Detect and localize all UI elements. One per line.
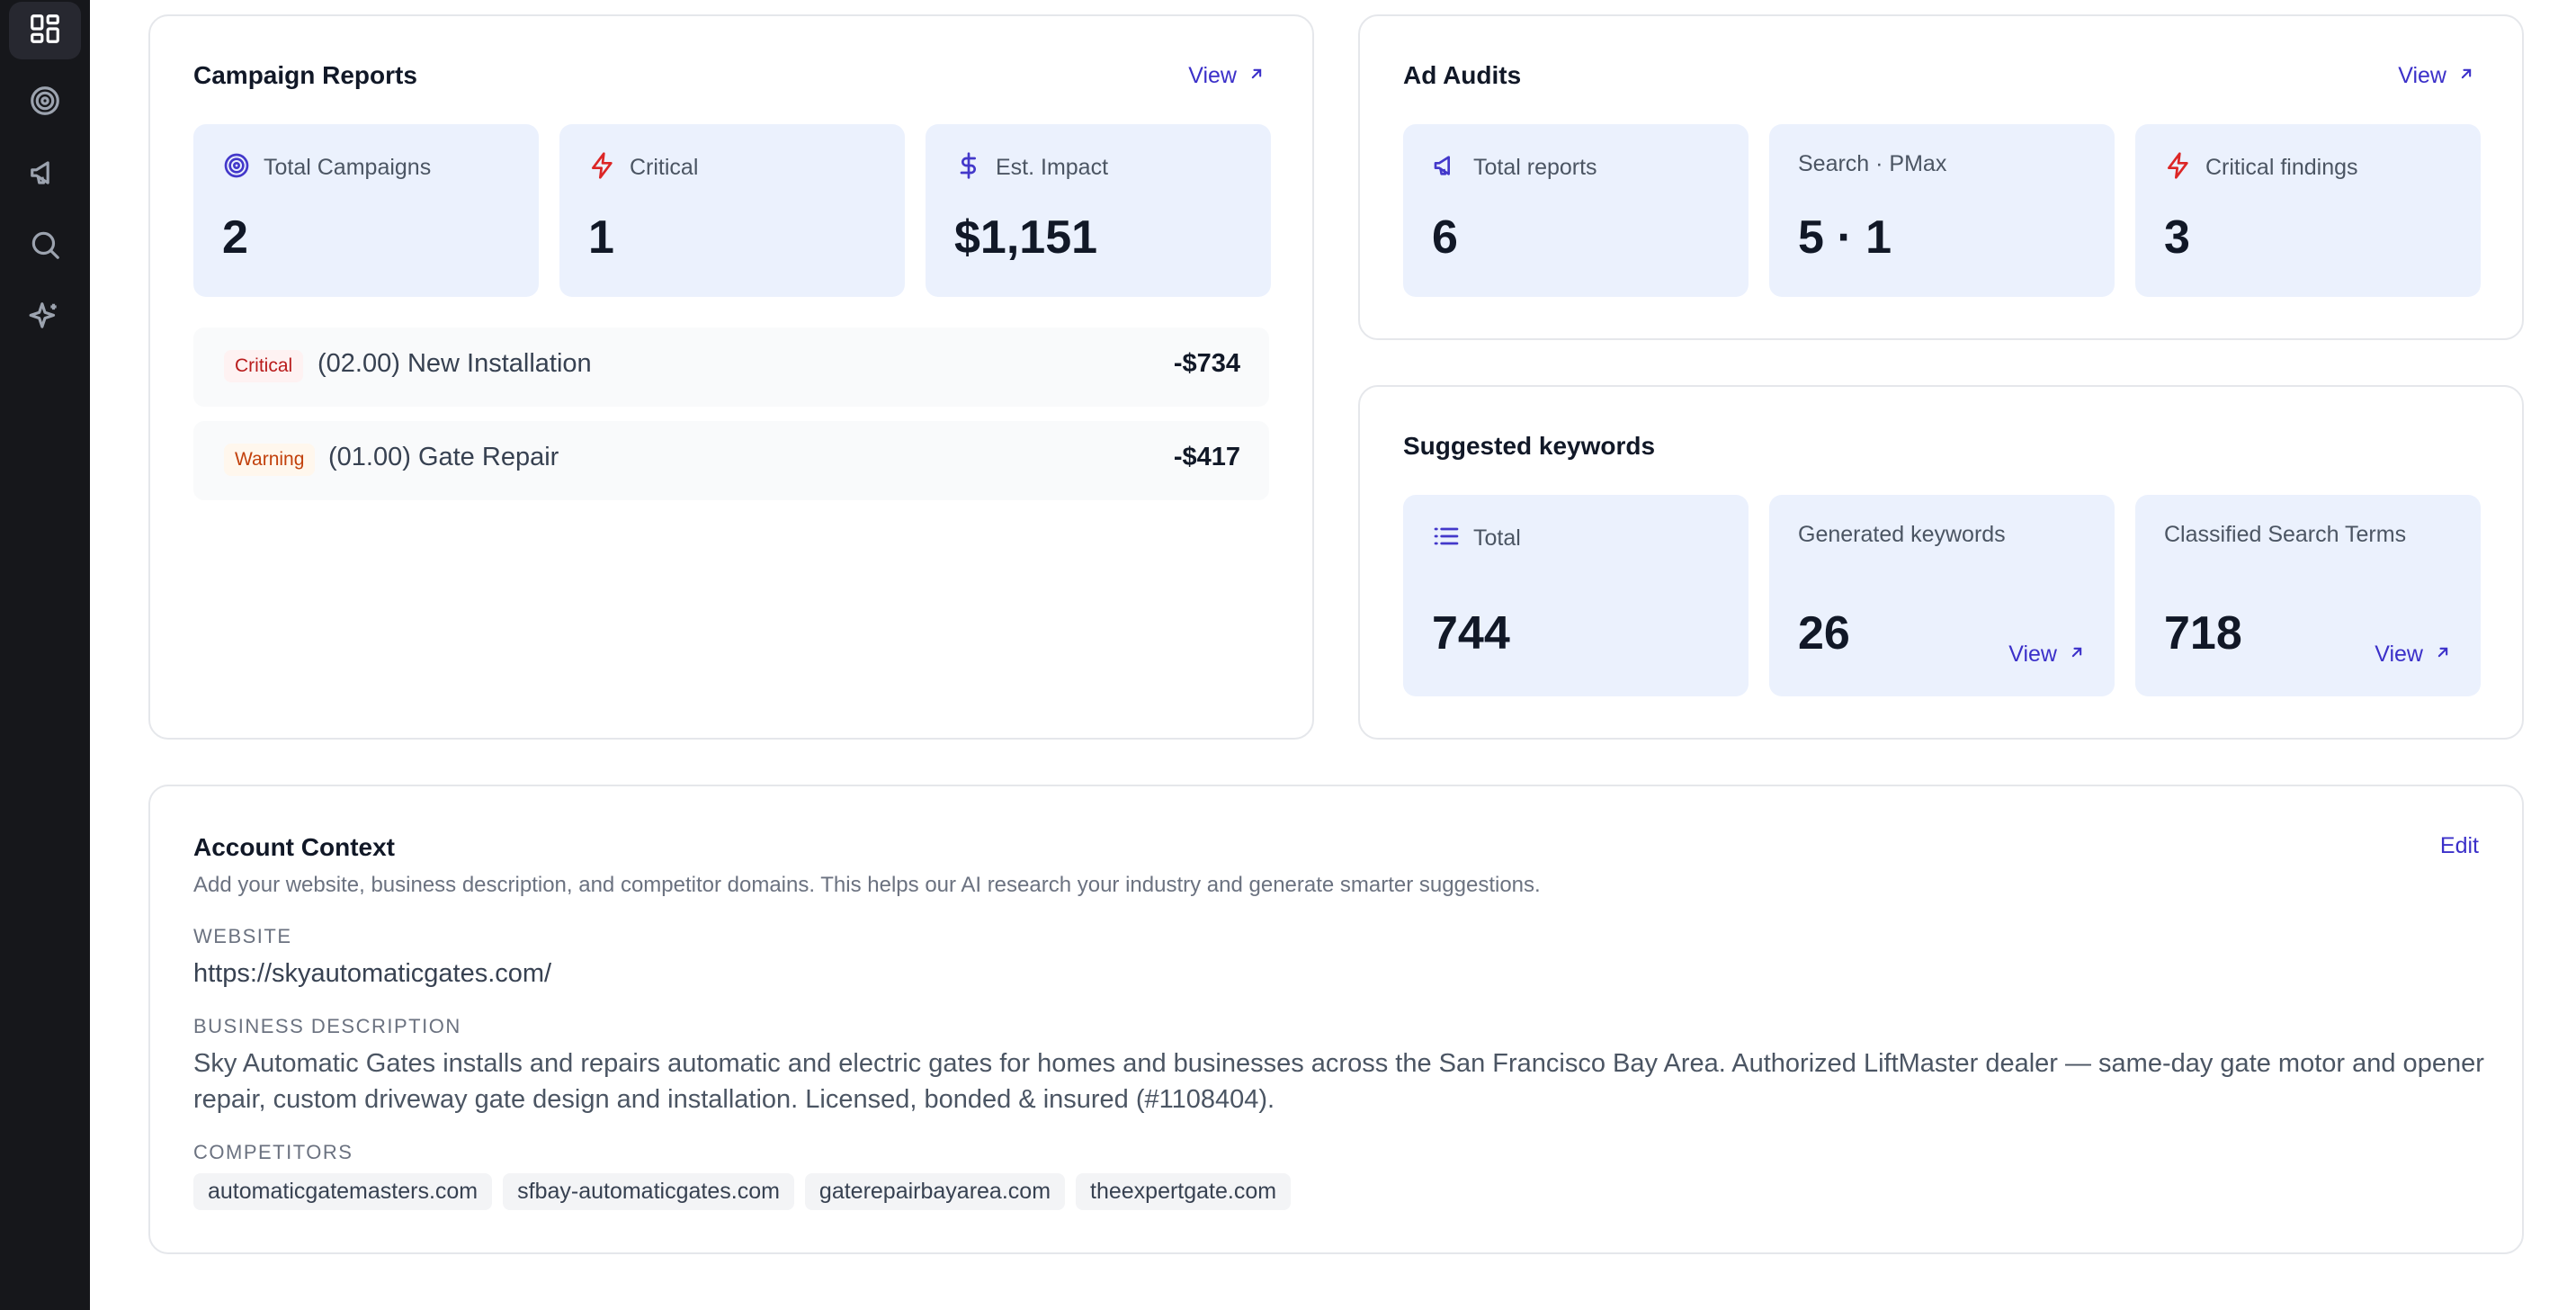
stat-label: Search · PMax: [1798, 151, 1947, 176]
stat-keywords-total: Total 744: [1403, 495, 1749, 696]
stat-est-impact: Est. Impact $1,151: [926, 124, 1271, 297]
stat-label: Est. Impact: [996, 155, 1109, 180]
business-description-label: BUSINESS DESCRIPTION: [193, 1015, 461, 1037]
competitor-chip: gaterepairbayarea.com: [804, 1173, 1066, 1210]
stat-label: Total: [1473, 525, 1521, 551]
stat-critical-findings: Critical findings 3: [2135, 124, 2481, 297]
competitor-chip: automaticgatemasters.com: [193, 1173, 493, 1210]
website-label: WEBSITE: [193, 925, 292, 947]
stat-critical: Critical 1: [559, 124, 905, 297]
search-icon: [28, 228, 62, 266]
campaign-reports-view-link[interactable]: View: [1188, 63, 1266, 89]
ad-audits-view-link[interactable]: View: [2398, 63, 2475, 89]
stat-total-reports: Total reports 6: [1403, 124, 1749, 297]
arrow-up-right-icon: [1248, 63, 1266, 89]
sparkles-icon: [28, 300, 62, 338]
stat-value: 718: [2164, 607, 2242, 659]
stat-value: 1: [588, 211, 614, 264]
stat-label: Generated keywords: [1798, 522, 2006, 547]
stat-value: 6: [1432, 211, 1458, 264]
arrow-up-right-icon: [2457, 63, 2475, 89]
dashboard-grid-icon: [28, 12, 62, 50]
stat-label: Critical findings: [2205, 155, 2358, 180]
campaign-name: (02.00) New Installation: [318, 349, 592, 378]
bolt-icon: [588, 151, 617, 184]
competitor-list: automaticgatemasters.com sfbay-automatic…: [193, 1173, 1292, 1210]
stat-total-campaigns: Total Campaigns 2: [193, 124, 539, 297]
target-icon: [222, 151, 251, 184]
sidebar-item-ads[interactable]: [9, 146, 81, 203]
stat-value: 3: [2164, 211, 2190, 264]
campaign-impact: -$417: [1173, 443, 1240, 471]
stat-label: Classified Search Terms: [2164, 522, 2407, 547]
account-context-card: Account Context Edit Add your website, b…: [148, 785, 2524, 1254]
list-icon: [1432, 522, 1461, 555]
stat-label: Total reports: [1473, 155, 1597, 180]
view-link-label: View: [2008, 642, 2057, 667]
dollar-icon: [954, 151, 983, 184]
stat-generated-keywords: Generated keywords 26 View: [1769, 495, 2115, 696]
stat-value: 5 · 1: [1798, 211, 1892, 264]
generated-keywords-view-link[interactable]: View: [2008, 642, 2086, 668]
competitor-chip: sfbay-automaticgates.com: [503, 1173, 794, 1210]
megaphone-icon: [1432, 151, 1461, 184]
campaign-reports-card: Campaign Reports View Total Campaigns 2 …: [148, 14, 1314, 740]
campaign-name: (01.00) Gate Repair: [328, 443, 559, 471]
ad-audits-card: Ad Audits View Total reports 6 Search · …: [1358, 14, 2524, 340]
stat-label: Critical: [630, 155, 699, 180]
website-value: https://skyautomaticgates.com/: [193, 959, 552, 988]
status-badge-critical: Critical: [224, 350, 304, 382]
suggested-keywords-title: Suggested keywords: [1403, 432, 1656, 460]
view-link-label: View: [1188, 63, 1237, 88]
stat-classified-search-terms: Classified Search Terms 718 View: [2135, 495, 2481, 696]
sidebar-item-search[interactable]: [9, 218, 81, 275]
sidebar: [0, 0, 90, 1310]
campaign-reports-title: Campaign Reports: [193, 61, 417, 89]
stat-value: $1,151: [954, 211, 1098, 264]
stat-value: 26: [1798, 607, 1850, 659]
arrow-up-right-icon: [2434, 642, 2452, 668]
stat-value: 2: [222, 211, 248, 264]
competitors-label: COMPETITORS: [193, 1141, 353, 1163]
stat-label: Total Campaigns: [264, 155, 432, 180]
campaign-row[interactable]: Critical (02.00) New Installation -$734: [193, 328, 1269, 407]
campaign-impact: -$734: [1173, 349, 1240, 378]
suggested-keywords-card: Suggested keywords Total 744 Generated k…: [1358, 385, 2524, 740]
sidebar-item-dashboard[interactable]: [9, 2, 81, 59]
target-icon: [28, 84, 62, 122]
bolt-icon: [2164, 151, 2193, 184]
view-link-label: View: [2398, 63, 2446, 88]
arrow-up-right-icon: [2068, 642, 2086, 668]
stat-search-pmax: Search · PMax 5 · 1: [1769, 124, 2115, 297]
sidebar-item-campaigns[interactable]: [9, 74, 81, 131]
classified-terms-view-link[interactable]: View: [2375, 642, 2452, 668]
account-context-description: Add your website, business description, …: [193, 873, 1541, 897]
status-badge-warning: Warning: [224, 444, 316, 476]
competitor-chip: theexpertgate.com: [1076, 1173, 1292, 1210]
account-context-title: Account Context: [193, 833, 395, 861]
edit-account-context-button[interactable]: Edit: [2440, 833, 2479, 859]
megaphone-icon: [28, 156, 62, 194]
sidebar-item-ai[interactable]: [9, 290, 81, 347]
stat-value: 744: [1432, 607, 1510, 659]
ad-audits-title: Ad Audits: [1403, 61, 1522, 89]
business-description-value: Sky Automatic Gates installs and repairs…: [193, 1049, 2484, 1114]
campaign-row[interactable]: Warning (01.00) Gate Repair -$417: [193, 421, 1269, 500]
view-link-label: View: [2375, 642, 2423, 667]
